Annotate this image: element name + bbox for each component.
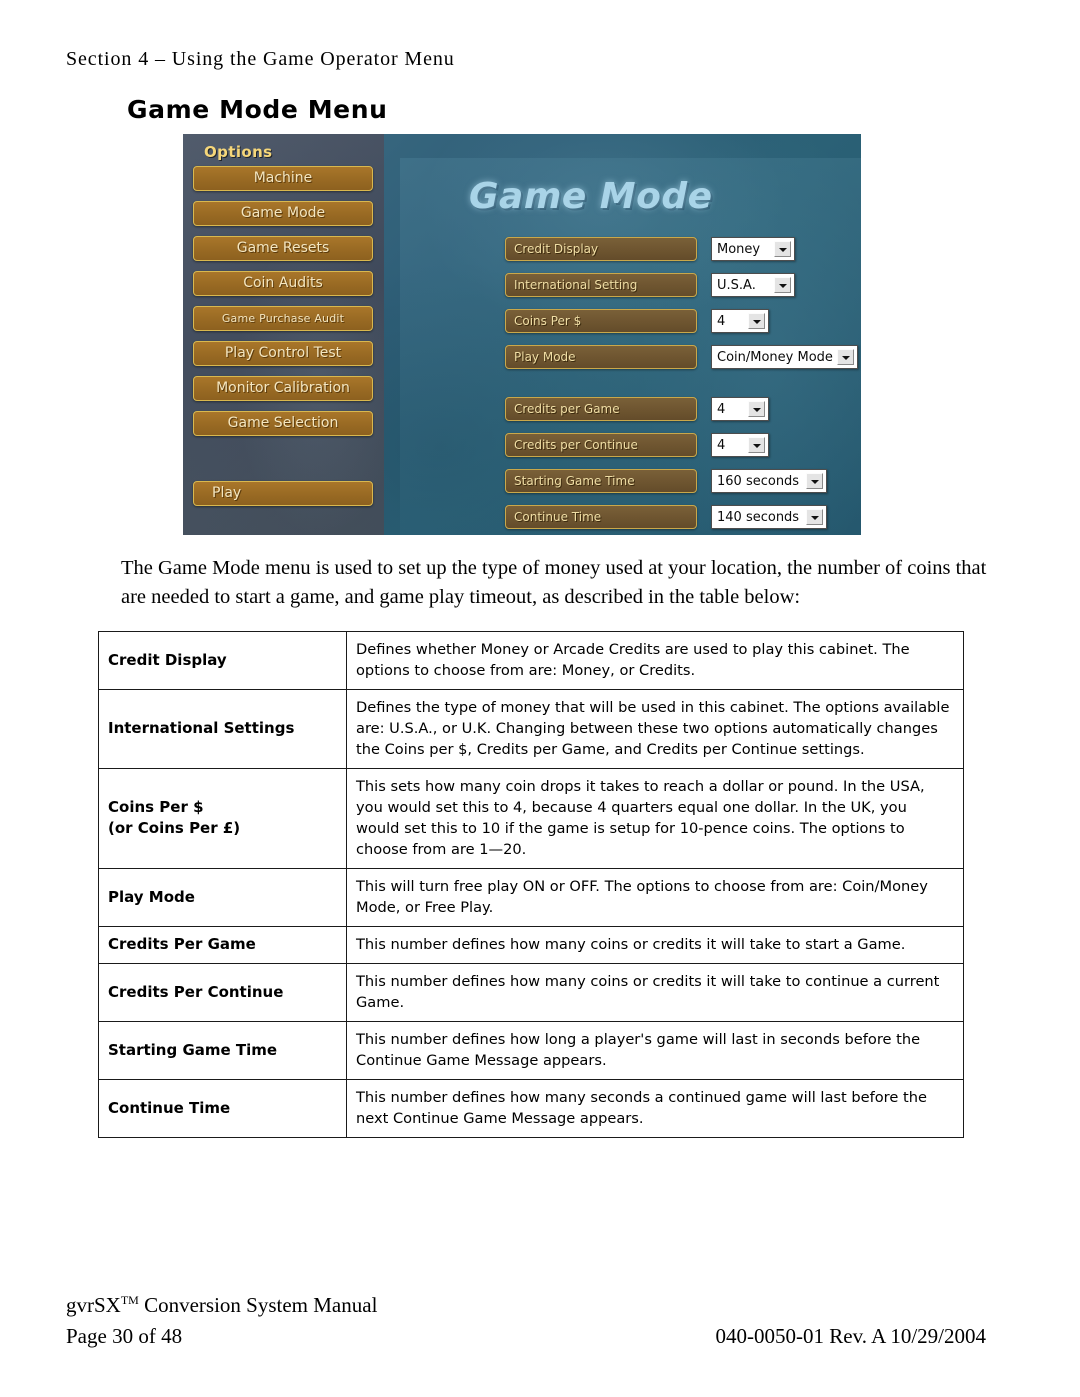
nav-item-coin-audits-label: Coin Audits (243, 275, 323, 291)
setting-value-international-setting: U.S.A. (717, 277, 756, 293)
play-button-label: Play (212, 485, 242, 501)
setting-label-play-mode: Play Mode (505, 345, 697, 369)
setting-label-credit-display: Credit Display (505, 237, 697, 261)
setting-dropdown-starting-game-time[interactable]: 160 seconds (711, 469, 827, 493)
setting-dropdown-credits-per-game[interactable]: 4 (711, 397, 769, 421)
options-nav-title: Options (204, 143, 273, 161)
nav-item-game-mode[interactable]: Game Mode (193, 201, 373, 226)
table-cell-description: This sets how many coin drops it takes t… (346, 768, 964, 869)
table-cell-description: This number defines how many seconds a c… (346, 1079, 964, 1138)
setting-label-credits-per-game-text: Credits per Game (514, 402, 620, 416)
setting-value-coins-per-dollar: 4 (717, 313, 726, 329)
chevron-down-icon[interactable] (837, 349, 854, 365)
setting-dropdown-coins-per-dollar[interactable]: 4 (711, 309, 769, 333)
table-cell-description: Defines the type of money that will be u… (346, 689, 964, 769)
setting-value-continue-time: 140 seconds (717, 509, 800, 525)
nav-item-machine-label: Machine (253, 170, 313, 186)
table-row: Starting Game Time This number defines h… (98, 1021, 964, 1080)
nav-item-monitor-calibration[interactable]: Monitor Calibration (193, 376, 373, 401)
table-row: Coins Per $ (or Coins Per £) This sets ho… (98, 768, 964, 869)
table-cell-term: Continue Time (98, 1079, 347, 1138)
footer-manual-title-suffix: Conversion System Manual (138, 1293, 378, 1317)
nav-item-game-purchase-audit[interactable]: Game Purchase Audit (193, 306, 373, 331)
table-cell-description: This number defines how long a player's … (346, 1021, 964, 1080)
setting-label-international-setting-text: International Setting (514, 278, 638, 292)
chevron-down-icon[interactable] (806, 473, 823, 489)
page-title: Game Mode Menu (127, 95, 388, 124)
nav-panel-sheen (183, 134, 384, 535)
setting-dropdown-international-setting[interactable]: U.S.A. (711, 273, 795, 297)
table-cell-description: Defines whether Money or Arcade Credits … (346, 631, 964, 690)
setting-label-continue-time: Continue Time (505, 505, 697, 529)
table-row: Credits Per Game This number defines how… (98, 926, 964, 964)
setting-label-credit-display-text: Credit Display (514, 242, 599, 256)
table-cell-description: This number defines how many coins or cr… (346, 963, 964, 1022)
setting-label-starting-game-time-text: Starting Game Time (514, 474, 635, 488)
nav-item-game-resets[interactable]: Game Resets (193, 236, 373, 261)
table-row: Credits Per Continue This number defines… (98, 963, 964, 1022)
table-cell-description: This will turn free play ON or OFF. The … (346, 868, 964, 927)
setting-label-credits-per-continue: Credits per Continue (505, 433, 697, 457)
setting-label-credits-per-game: Credits per Game (505, 397, 697, 421)
nav-item-machine[interactable]: Machine (193, 166, 373, 191)
options-nav-panel: Options Machine Game Mode Game Resets Co… (183, 134, 384, 535)
setting-dropdown-credit-display[interactable]: Money (711, 237, 795, 261)
running-head: Section 4 – Using the Game Operator Menu (66, 48, 455, 70)
game-operator-menu-screenshot: Options Machine Game Mode Game Resets Co… (183, 134, 861, 535)
nav-item-game-resets-label: Game Resets (236, 240, 330, 256)
setting-value-credits-per-continue: 4 (717, 437, 726, 453)
setting-label-play-mode-text: Play Mode (514, 350, 576, 364)
setting-value-play-mode: Coin/Money Mode (717, 349, 833, 365)
table-cell-term: International Settings (98, 689, 347, 769)
setting-label-continue-time-text: Continue Time (514, 510, 602, 524)
table-row: International Settings Defines the type … (98, 689, 964, 769)
chevron-down-icon[interactable] (774, 277, 791, 293)
setting-label-coins-per-dollar-text: Coins Per $ (514, 314, 582, 328)
chevron-down-icon[interactable] (748, 437, 765, 453)
nav-item-monitor-calibration-label: Monitor Calibration (216, 380, 350, 396)
nav-item-coin-audits[interactable]: Coin Audits (193, 271, 373, 296)
table-cell-term: Coins Per $ (or Coins Per £) (98, 768, 347, 869)
footer-manual-title-prefix: gvrSX (66, 1293, 121, 1317)
table-row: Credit Display Defines whether Money or … (98, 631, 964, 690)
table-cell-term: Starting Game Time (98, 1021, 347, 1080)
chevron-down-icon[interactable] (806, 509, 823, 525)
setting-label-credits-per-continue-text: Credits per Continue (514, 438, 638, 452)
setting-dropdown-play-mode[interactable]: Coin/Money Mode (711, 345, 858, 369)
table-row: Play Mode This will turn free play ON or… (98, 868, 964, 927)
chevron-down-icon[interactable] (748, 313, 765, 329)
trademark-icon: TM (120, 1293, 139, 1307)
footer-second-line: Page 30 of 48 040-0050-01 Rev. A 10/29/2… (66, 1324, 986, 1349)
footer-page-number: Page 30 of 48 (66, 1324, 183, 1348)
table-cell-term: Credits Per Continue (98, 963, 347, 1022)
intro-paragraph: The Game Mode menu is used to set up the… (121, 557, 987, 608)
chevron-down-icon[interactable] (748, 401, 765, 417)
page-footer: gvrSXTM Conversion System Manual Page 30… (66, 1293, 986, 1349)
nav-item-game-mode-label: Game Mode (240, 205, 326, 221)
setting-label-coins-per-dollar: Coins Per $ (505, 309, 697, 333)
table-cell-description: This number defines how many coins or cr… (346, 926, 964, 964)
nav-item-game-selection-label: Game Selection (227, 415, 339, 431)
footer-manual-title: gvrSXTM Conversion System Manual (66, 1293, 986, 1318)
setting-value-credit-display: Money (717, 241, 761, 257)
setting-value-credits-per-game: 4 (717, 401, 726, 417)
nav-item-game-purchase-audit-label: Game Purchase Audit (221, 312, 345, 325)
setting-dropdown-continue-time[interactable]: 140 seconds (711, 505, 827, 529)
nav-item-play-control-test[interactable]: Play Control Test (193, 341, 373, 366)
chevron-down-icon[interactable] (774, 241, 791, 257)
setting-label-international-setting: International Setting (505, 273, 697, 297)
settings-description-table: Credit Display Defines whether Money or … (98, 631, 964, 1138)
screenshot-heading: Game Mode (469, 176, 713, 217)
nav-item-play-control-test-label: Play Control Test (224, 345, 342, 361)
setting-value-starting-game-time: 160 seconds (717, 473, 800, 489)
nav-item-game-selection[interactable]: Game Selection (193, 411, 373, 436)
setting-dropdown-credits-per-continue[interactable]: 4 (711, 433, 769, 457)
setting-label-starting-game-time: Starting Game Time (505, 469, 697, 493)
table-cell-term: Play Mode (98, 868, 347, 927)
table-row: Continue Time This number defines how ma… (98, 1079, 964, 1138)
footer-doc-reference: 040-0050-01 Rev. A 10/29/2004 (715, 1324, 986, 1348)
play-button[interactable]: Play (193, 481, 373, 506)
table-cell-term: Credits Per Game (98, 926, 347, 964)
table-cell-term: Credit Display (98, 631, 347, 690)
